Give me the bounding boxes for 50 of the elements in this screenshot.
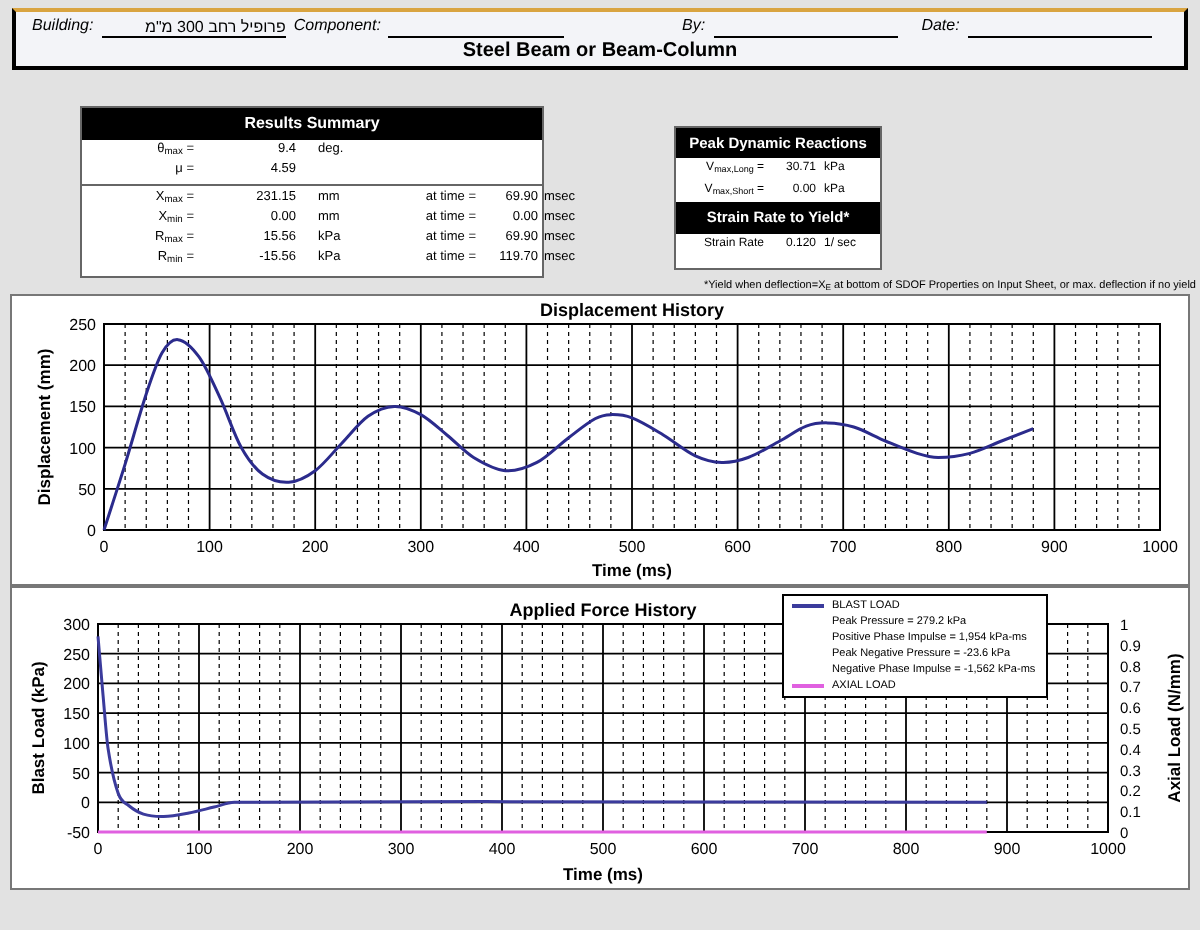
y-tick-label: 100 bbox=[69, 439, 96, 458]
x-tick-label: 600 bbox=[690, 840, 718, 858]
y-axis-label: Displacement (mm) bbox=[34, 348, 54, 506]
y-tick-label: 200 bbox=[69, 357, 96, 376]
table-title: Results Summary bbox=[82, 108, 542, 140]
x-tick-label: 200 bbox=[286, 840, 314, 858]
text-field[interactable]: פרופיל רחב 300 מ"מ bbox=[101, 16, 286, 38]
x-axis-label: Time (ms) bbox=[563, 864, 643, 884]
x-tick-label: 900 bbox=[993, 840, 1021, 858]
y2-axis-label: Axial Load (N/mm) bbox=[1164, 653, 1184, 803]
field-label: By: bbox=[681, 14, 706, 38]
x-tick-label: 300 bbox=[387, 840, 415, 858]
x-tick-label: 1000 bbox=[1090, 840, 1126, 858]
x-tick-label: 600 bbox=[724, 538, 751, 556]
y-tick-label: 150 bbox=[63, 705, 90, 724]
x-tick-label: 100 bbox=[196, 538, 223, 556]
y-tick-label: 50 bbox=[72, 764, 90, 783]
x-axis-label: Time (ms) bbox=[592, 560, 672, 580]
chart-title: Applied Force History bbox=[509, 600, 697, 620]
sheet-title: Steel Beam or Beam-Column bbox=[460, 38, 740, 66]
y-axis-label: Blast Load (kPa) bbox=[28, 661, 48, 795]
x-tick-label: 400 bbox=[488, 840, 516, 858]
x-tick-label: 100 bbox=[185, 840, 213, 858]
x-tick-label: 900 bbox=[1041, 538, 1068, 556]
x-tick-label: 0 bbox=[99, 538, 109, 556]
x-tick-label: 700 bbox=[829, 538, 857, 556]
x-tick-label: 400 bbox=[513, 538, 540, 556]
chart-title: Displacement History bbox=[539, 300, 725, 320]
x-tick-label: 0 bbox=[93, 840, 103, 858]
y-tick-label: 150 bbox=[69, 398, 96, 417]
field-label: Building: bbox=[32, 14, 94, 38]
x-tick-label: 200 bbox=[301, 538, 329, 556]
field-label: Component: bbox=[293, 14, 381, 38]
y-tick-label: 0 bbox=[81, 794, 90, 813]
field-label: Date: bbox=[921, 14, 960, 38]
y-tick-label: -50 bbox=[66, 824, 90, 842]
y-tick-label: 200 bbox=[63, 675, 90, 694]
y-tick-label: 0 bbox=[87, 522, 96, 540]
x-tick-label: 500 bbox=[618, 538, 646, 556]
x-tick-label: 1000 bbox=[1142, 538, 1178, 556]
x-tick-label: 700 bbox=[791, 840, 819, 858]
y-tick-label: 100 bbox=[63, 734, 90, 753]
y-tick-label: 250 bbox=[69, 316, 96, 334]
y-tick-label: 300 bbox=[63, 616, 90, 634]
y-tick-label: 250 bbox=[63, 645, 90, 664]
x-tick-label: 800 bbox=[935, 538, 963, 556]
x-tick-label: 500 bbox=[589, 840, 617, 858]
y-tick-label: 50 bbox=[78, 480, 96, 499]
x-tick-label: 800 bbox=[892, 840, 920, 858]
x-tick-label: 300 bbox=[407, 538, 435, 556]
